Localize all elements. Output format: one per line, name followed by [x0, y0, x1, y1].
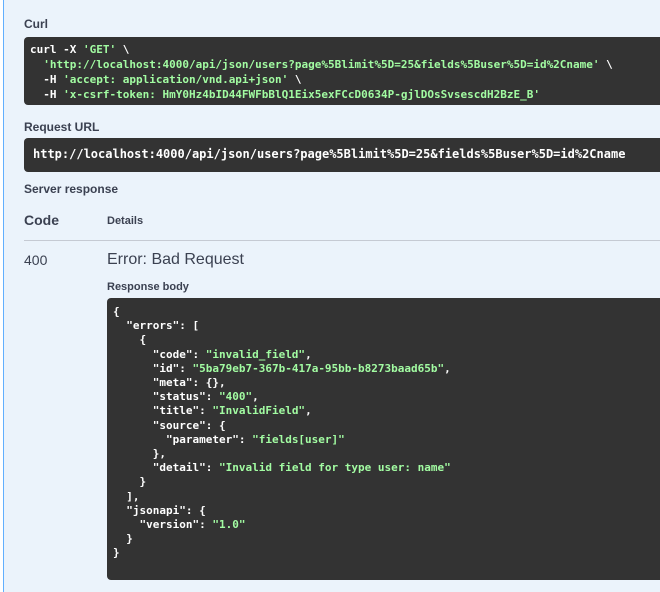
code-column-header: Code [24, 212, 59, 228]
code-line: "meta": {}, [113, 376, 658, 390]
code-token: \ [288, 73, 302, 86]
code-token: { [113, 333, 147, 347]
code-token: ], [113, 489, 140, 503]
code-line: -H 'accept: application/vnd.api+json' \ [30, 72, 658, 87]
code-line: "parameter": "fields[user]" [113, 433, 658, 447]
string-token: "fields[user]" [252, 432, 345, 446]
code-line: "code": "invalid_field", [113, 348, 658, 362]
request-url-label: Request URL [24, 120, 100, 134]
string-token: "1.0" [212, 518, 246, 532]
code-line: "id": "5ba79eb7-367b-417a-95bb-b8273baad… [113, 362, 658, 376]
code-line: } [113, 475, 658, 489]
code-token: "version": [113, 518, 213, 532]
code-token: "status": [113, 390, 219, 404]
string-token: "400" [218, 390, 253, 404]
string-token: "InvalidField" [212, 404, 306, 418]
response-code: 400 [24, 252, 48, 268]
code-line: -H 'x-csrf-token: HmY0Hz4bID44FWFbBlQ1Ei… [30, 87, 658, 102]
code-token: , [305, 347, 312, 361]
response-table-header: Code Details [24, 212, 660, 241]
code-line: }, [113, 447, 658, 461]
code-token: } [113, 532, 133, 546]
string-token: 'x-csrf-token: HmY0Hz4bID44FWFbBlQ1Eix5e… [63, 88, 540, 101]
code-line: "errors": [ [113, 319, 658, 333]
code-token: \ [599, 58, 613, 71]
code-line: "detail": "Invalid field for type user: … [113, 461, 658, 475]
code-line: "status": "400", [113, 390, 658, 404]
code-token: "parameter": [113, 432, 253, 446]
response-body-label: Response body [107, 281, 189, 293]
code-token: , [305, 404, 312, 418]
string-token: "5ba79eb7-367b-417a-95bb-b8273baad65b" [192, 361, 445, 375]
code-line: { [113, 333, 658, 347]
code-token: "jsonapi": { [113, 503, 206, 517]
server-response-label: Server response [24, 182, 119, 196]
code-token: } [113, 475, 147, 489]
code-token: "meta": {}, [113, 376, 226, 390]
curl-command-block[interactable]: curl -X 'GET' \ 'http://localhost:4000/a… [24, 37, 660, 105]
code-line: "jsonapi": { [113, 504, 658, 518]
code-line: "version": "1.0" [113, 518, 658, 532]
code-token: \ [116, 43, 130, 56]
string-token: 'accept: application/vnd.api+json' [63, 73, 289, 86]
string-token: 'GET' [82, 43, 117, 56]
code-token: , [252, 390, 259, 404]
code-line: curl -X 'GET' \ [30, 42, 658, 57]
response-status-text: Error: Bad Request [107, 251, 244, 268]
code-token: } [113, 546, 120, 560]
details-column-header: Details [107, 215, 144, 227]
code-token: "errors": [ [113, 319, 200, 333]
code-line: { [113, 305, 658, 319]
string-token: 'http://localhost:4000/api/json/users?pa… [43, 58, 600, 71]
code-token: "id": [113, 361, 193, 375]
code-token: "title": [113, 404, 213, 418]
string-token: "invalid_field" [205, 347, 306, 361]
response-body-block[interactable]: { "errors": [ { "code": "invalid_field",… [107, 298, 660, 580]
response-panel: Curl curl -X 'GET' \ 'http://localhost:4… [3, 0, 660, 592]
request-url-block[interactable]: http://localhost:4000/api/json/users?pag… [24, 138, 660, 172]
string-token: "Invalid field for type user: name" [218, 461, 451, 475]
code-line: "title": "InvalidField", [113, 404, 658, 418]
code-line: } [113, 546, 658, 560]
code-line: } [113, 532, 658, 546]
code-token: , [444, 361, 451, 375]
code-token: { [113, 305, 120, 318]
code-token: -H [30, 88, 64, 101]
curl-label: Curl [24, 17, 48, 31]
code-token: -H [30, 73, 64, 86]
code-token: }, [113, 447, 166, 461]
code-token: "source": { [113, 418, 226, 432]
code-token: "code": [113, 347, 206, 361]
code-line: "source": { [113, 419, 658, 433]
code-token: "detail": [113, 461, 219, 475]
code-token: curl -X [30, 43, 83, 56]
code-line: ], [113, 490, 658, 504]
code-line: 'http://localhost:4000/api/json/users?pa… [30, 57, 658, 72]
